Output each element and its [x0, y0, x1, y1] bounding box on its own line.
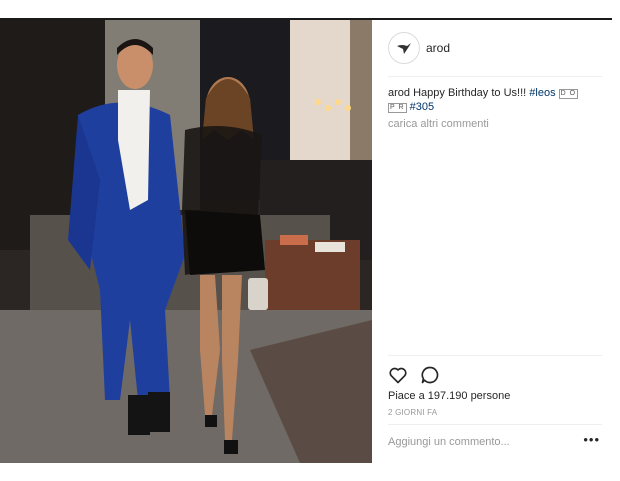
comment-icon[interactable] — [420, 365, 440, 385]
emoji-placeholder-top: D O — [558, 89, 579, 99]
load-more-comments[interactable]: carica altri commenti — [388, 118, 489, 130]
header-divider — [388, 76, 602, 77]
caption-username[interactable]: arod — [388, 87, 410, 99]
action-bar — [388, 365, 440, 385]
avatar[interactable] — [388, 32, 420, 64]
hashtag-305[interactable]: #305 — [410, 101, 434, 113]
post-username[interactable]: arod — [426, 41, 450, 55]
add-comment-input[interactable]: Aggiungi un commento... — [388, 436, 510, 448]
post-timestamp: 2 GIORNI FA — [388, 408, 438, 417]
emoji-placeholder-bottom: P R — [388, 103, 407, 113]
post-caption: arod Happy Birthday to Us!!! #leos D O P… — [388, 86, 602, 114]
comment-divider — [388, 424, 602, 425]
post-photo[interactable] — [0, 20, 372, 463]
hashtag-leos[interactable]: #leos — [529, 87, 555, 99]
more-options-icon[interactable]: ••• — [583, 432, 600, 447]
avatar-logo-icon — [397, 43, 411, 54]
post-side-panel: arod arod Happy Birthday to Us!!! #leos … — [372, 20, 612, 463]
likes-count[interactable]: Piace a 197.190 persone — [388, 390, 510, 402]
heart-icon[interactable] — [388, 365, 408, 385]
post-photo-illustration — [0, 20, 372, 463]
caption-text: Happy Birthday to Us!!! — [413, 87, 530, 99]
actions-divider — [388, 355, 602, 356]
